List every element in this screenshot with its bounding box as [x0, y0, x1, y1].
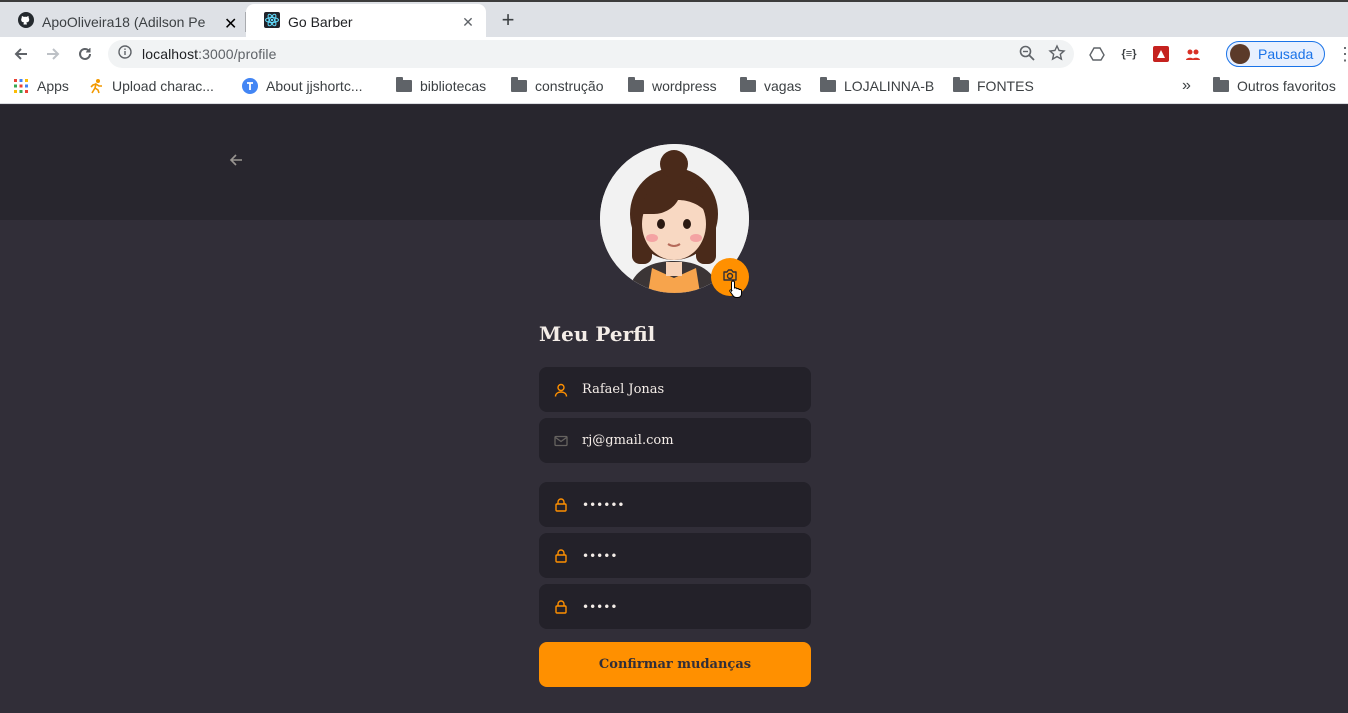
email-field[interactable]: [539, 418, 811, 463]
extension-red-icon[interactable]: [1151, 44, 1171, 64]
close-tab-icon[interactable]: ✕: [460, 14, 476, 30]
bookmarks-bar: Apps Upload charac... About jjshortc... …: [0, 71, 1348, 104]
email-input[interactable]: [582, 433, 792, 448]
runner-icon: [88, 78, 104, 94]
menu-dots-icon[interactable]: ⋮: [1336, 45, 1348, 63]
new-tab-button[interactable]: +: [496, 8, 520, 32]
bookmark-folder-other[interactable]: Outros favoritos: [1213, 77, 1336, 94]
profile-status-label: Pausada: [1258, 46, 1314, 62]
confirm-password-input[interactable]: [582, 599, 792, 614]
mail-icon: [553, 433, 569, 449]
apps-grid-icon: [13, 78, 29, 94]
folder-icon: [1213, 77, 1229, 94]
zoom-icon[interactable]: [1018, 44, 1036, 67]
profile-button[interactable]: Pausada: [1226, 41, 1325, 67]
name-input[interactable]: [582, 382, 792, 397]
close-tab-icon[interactable]: ✕: [224, 14, 237, 34]
bookmark-folder-fontes[interactable]: FONTES: [953, 77, 1034, 94]
back-arrow-icon[interactable]: [9, 42, 33, 66]
bookmark-folder-vagas[interactable]: vagas: [740, 77, 801, 94]
old-password-field[interactable]: [539, 482, 811, 527]
folder-icon: [953, 77, 969, 94]
json-extension-icon[interactable]: {≡}: [1119, 44, 1139, 64]
hand-cursor-icon: [729, 280, 743, 303]
profile-page: Meu Perfil Confirmar mudanças: [0, 105, 1348, 713]
tab-github[interactable]: ApoOliveira18 (Adilson Pe: [0, 4, 245, 39]
omnibox-actions: [1018, 44, 1066, 67]
bookmark-folder-construcao[interactable]: construção: [511, 77, 603, 94]
folder-icon: [628, 77, 644, 94]
old-password-input[interactable]: [582, 497, 792, 512]
new-password-field[interactable]: [539, 533, 811, 578]
tab-title: Go Barber: [288, 13, 353, 30]
arrow-left-icon: [228, 152, 244, 173]
bookmark-folder-lojalinna[interactable]: LOJALINNA-B: [820, 77, 934, 94]
avatar-container: [600, 144, 749, 296]
folder-icon: [396, 77, 412, 94]
bookmark-folder-wordpress[interactable]: wordpress: [628, 77, 717, 94]
url-text: localhost:3000/profile: [142, 46, 277, 62]
react-icon: [264, 12, 280, 31]
browser-toolbar: localhost:3000/profile {≡} Pausada ⋮: [0, 37, 1348, 71]
confirm-password-field[interactable]: [539, 584, 811, 629]
folder-icon: [820, 77, 836, 94]
bookmarks-overflow-button[interactable]: »: [1182, 77, 1191, 95]
page-title: Meu Perfil: [539, 322, 656, 346]
avatar: [1230, 44, 1250, 64]
lock-icon: [553, 599, 569, 615]
lock-icon: [553, 497, 569, 513]
extension-people-icon[interactable]: [1183, 44, 1203, 64]
bookmark-about-jjshortcuts[interactable]: About jjshortc...: [242, 78, 363, 94]
confirm-changes-button[interactable]: Confirmar mudanças: [539, 642, 811, 687]
tab-title: ApoOliveira18 (Adilson Pe: [42, 13, 206, 30]
browser-tab-strip: ApoOliveira18 (Adilson Pe Go Barber ✕ ✕ …: [0, 0, 1348, 39]
bookmark-star-icon[interactable]: [1048, 44, 1066, 67]
forward-arrow-icon[interactable]: [41, 42, 65, 66]
bookmark-folder-bibliotecas[interactable]: bibliotecas: [396, 77, 486, 94]
reload-icon[interactable]: [73, 42, 97, 66]
drive-extension-icon[interactable]: [1087, 44, 1107, 64]
user-icon: [553, 382, 569, 398]
bookmark-upload-characters[interactable]: Upload charac...: [88, 78, 214, 94]
back-link[interactable]: [226, 152, 246, 172]
address-bar[interactable]: localhost:3000/profile: [108, 40, 1074, 68]
tab-go-barber[interactable]: Go Barber ✕: [246, 4, 486, 39]
lock-icon: [553, 548, 569, 564]
new-password-input[interactable]: [582, 548, 792, 563]
github-icon: [18, 12, 34, 31]
shortcut-icon: [242, 78, 258, 94]
name-field[interactable]: [539, 367, 811, 412]
folder-icon: [511, 77, 527, 94]
bookmark-apps[interactable]: Apps: [13, 78, 69, 94]
folder-icon: [740, 77, 756, 94]
info-icon[interactable]: [118, 44, 132, 64]
